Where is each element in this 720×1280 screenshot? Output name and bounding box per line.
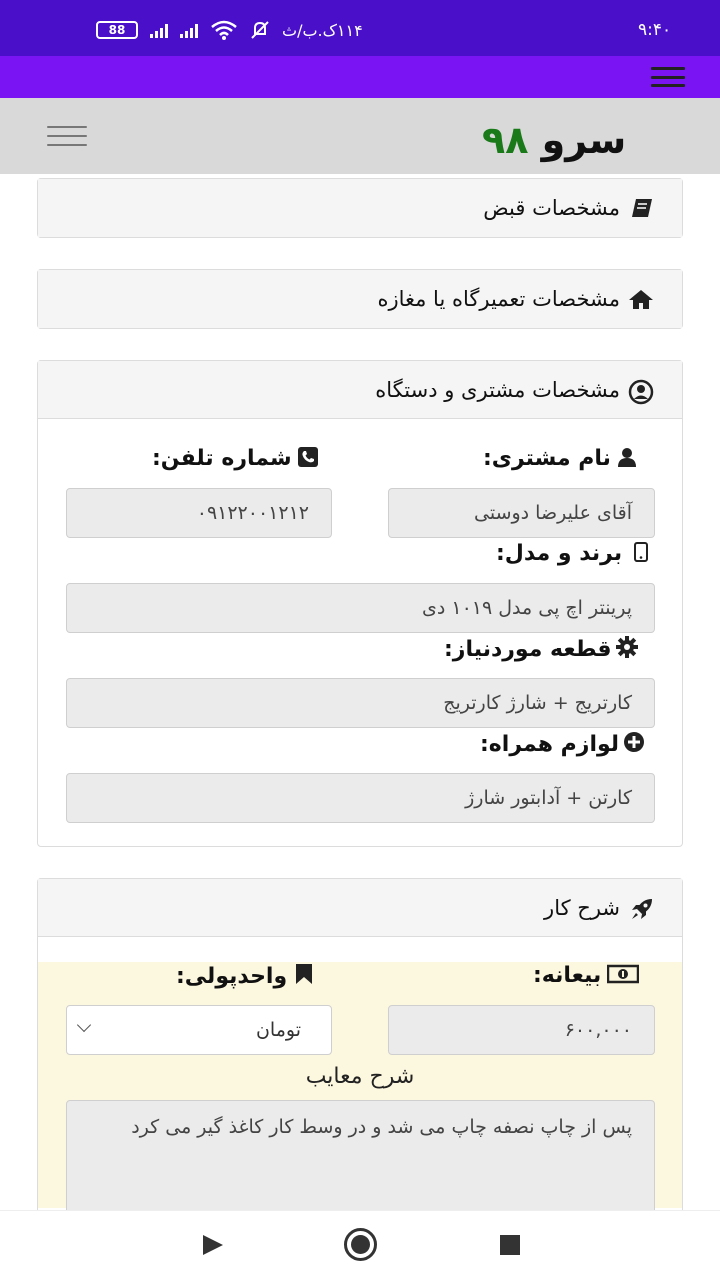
menu-icon[interactable] <box>651 67 685 87</box>
accessories-field[interactable]: کارتن + آدابتور شارژ <box>66 773 655 823</box>
status-indicators: 88 ۱۱۴ک.ب/ث <box>96 20 363 40</box>
receipt-panel-header[interactable]: مشخصات قبض <box>38 179 682 237</box>
logo-word: سرو <box>541 118 627 162</box>
book-icon <box>628 197 654 219</box>
required-part-field[interactable]: کارتریج + شارژ کارتریج <box>66 678 655 728</box>
user-circle-icon <box>628 379 654 404</box>
currency-label: واحدپولی: <box>176 963 313 989</box>
home-nav-icon[interactable] <box>344 1228 377 1261</box>
shop-panel-title: مشخصات تعمیرگاه یا مغازه <box>377 287 620 311</box>
status-bar: 88 ۱۱۴ک.ب/ث ۹:۴۰ <box>0 0 720 56</box>
signal-icon <box>150 22 168 38</box>
phone-field[interactable]: ۰۹۱۲۲۰۰۱۲۱۲ <box>66 488 332 538</box>
defects-label: شرح معایب <box>305 1064 415 1089</box>
customer-name-label: نام مشتری: <box>483 446 637 471</box>
receipt-panel: مشخصات قبض <box>37 178 683 238</box>
phone-icon <box>297 447 318 467</box>
app-bar <box>0 56 720 98</box>
clock: ۹:۴۰ <box>638 20 672 40</box>
bell-off-icon <box>251 21 269 39</box>
job-panel-header[interactable]: شرح کار <box>38 879 682 937</box>
job-panel-title: شرح کار <box>544 895 620 920</box>
header-menu-icon[interactable] <box>47 126 87 146</box>
currency-select[interactable]: تومان <box>66 1005 332 1055</box>
customer-panel-header[interactable]: مشخصات مشتری و دستگاه <box>38 361 682 419</box>
defects-textarea[interactable]: پس از چاپ نصفه چاپ می شد و در وسط کار کا… <box>66 1100 655 1220</box>
required-part-label: قطعه موردنیاز: <box>444 636 638 662</box>
battery-icon: 88 <box>96 21 138 39</box>
signal-icon <box>180 22 198 38</box>
wifi-icon <box>211 20 237 40</box>
user-icon <box>617 447 637 467</box>
phone-label: شماره تلفن: <box>152 446 318 471</box>
back-nav-icon[interactable] <box>203 1235 223 1255</box>
accessories-label: لوازم همراه: <box>480 731 645 757</box>
plus-circle-icon <box>624 731 645 752</box>
carrier-text: ۱۱۴ک.ب/ث <box>282 20 363 40</box>
customer-name-field[interactable]: آقای علیرضا دوستی <box>388 488 655 538</box>
deposit-label: بیعانه: <box>533 963 640 988</box>
chevron-down-icon <box>76 1017 92 1033</box>
bookmark-icon <box>293 963 313 984</box>
shop-panel: مشخصات تعمیرگاه یا مغازه <box>37 269 683 329</box>
customer-panel-title: مشخصات مشتری و دستگاه <box>375 377 620 402</box>
logo[interactable]: سرو ۹۸ <box>482 118 626 162</box>
logo-number: ۹۸ <box>482 118 529 162</box>
brand-model-field[interactable]: پرینتر اچ پی مدل ۱۰۱۹ دی <box>66 583 655 633</box>
mobile-icon <box>628 542 649 562</box>
money-icon <box>607 964 640 984</box>
receipt-panel-title: مشخصات قبض <box>483 196 620 220</box>
currency-selected-value: تومان <box>255 1019 301 1041</box>
deposit-field[interactable]: ۶۰۰,۰۰۰ <box>388 1005 655 1055</box>
brand-model-label: برند و مدل: <box>496 541 649 566</box>
home-icon <box>628 288 654 310</box>
recent-apps-icon[interactable] <box>500 1235 520 1255</box>
rocket-icon <box>628 897 654 919</box>
shop-panel-header[interactable]: مشخصات تعمیرگاه یا مغازه <box>38 270 682 328</box>
gear-icon <box>615 636 638 658</box>
